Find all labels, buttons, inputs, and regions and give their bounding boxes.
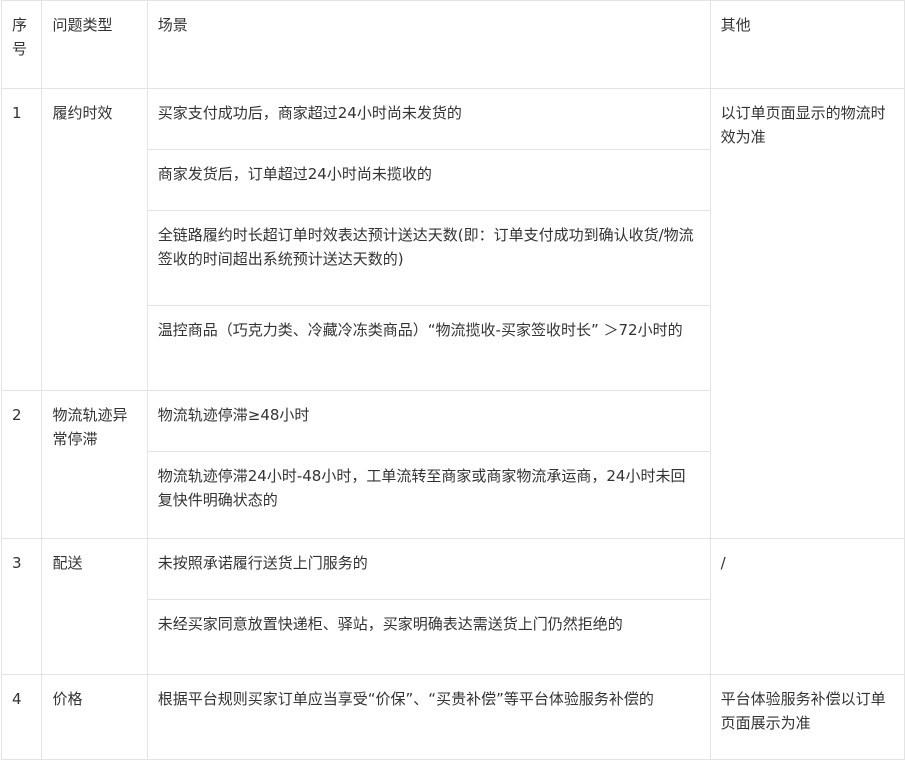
row-type: 价格	[41, 674, 148, 760]
row-other: 以订单页面显示的物流时效为准	[709, 88, 906, 539]
row-number: 2	[0, 390, 43, 539]
header-cell-other: 其他	[709, 0, 906, 89]
row-scene: 物流轨迹停滞≥48小时	[146, 390, 711, 452]
row-type: 配送	[41, 538, 148, 675]
row-scene: 根据平台规则买家订单应当享受“价保”、“买贵补偿”等平台体验服务补偿的	[146, 674, 711, 760]
row-scene: 物流轨迹停滞24小时-48小时，工单流转至商家或商家物流承运商，24小时未回复快…	[146, 451, 711, 539]
row-scene: 未经买家同意放置快递柜、驿站，买家明确表达需送货上门仍然拒绝的	[146, 599, 711, 675]
row-other: 平台体验服务补偿以订单页面展示为准	[709, 674, 906, 760]
header-cell-scene: 场景	[146, 0, 711, 89]
header-cell-type: 问题类型	[41, 0, 148, 89]
row-number: 3	[0, 538, 43, 675]
row-scene: 买家支付成功后，商家超过24小时尚未发货的	[146, 88, 711, 150]
row-scene: 温控商品（巧克力类、冷藏冷冻类商品）“物流揽收-买家签收时长” ＞72小时的	[146, 305, 711, 391]
row-type: 履约时效	[41, 88, 148, 391]
row-other: /	[709, 538, 906, 675]
header-cell-number: 序号	[0, 0, 43, 89]
row-number: 4	[0, 674, 43, 760]
header-row: 序号 问题类型 场景 其他	[0, 0, 906, 89]
row-type: 物流轨迹异常停滞	[41, 390, 148, 539]
row-number: 1	[0, 88, 43, 391]
row-scene: 商家发货后，订单超过24小时尚未揽收的	[146, 149, 711, 211]
rules-table: 序号 问题类型 场景 其他 1 履约时效 买家支付成功后，商家超过24小时尚未发…	[0, 0, 906, 760]
row-scene: 未按照承诺履行送货上门服务的	[146, 538, 711, 600]
table-row: 4 价格 根据平台规则买家订单应当享受“价保”、“买贵补偿”等平台体验服务补偿的…	[0, 674, 906, 760]
row-scene: 全链路履约时长超订单时效表达预计送达天数(即：订单支付成功到确认收货/物流签收的…	[146, 210, 711, 306]
table-row: 1 履约时效 买家支付成功后，商家超过24小时尚未发货的 以订单页面显示的物流时…	[0, 88, 906, 539]
table-row: 3 配送 未按照承诺履行送货上门服务的 /	[0, 538, 906, 675]
